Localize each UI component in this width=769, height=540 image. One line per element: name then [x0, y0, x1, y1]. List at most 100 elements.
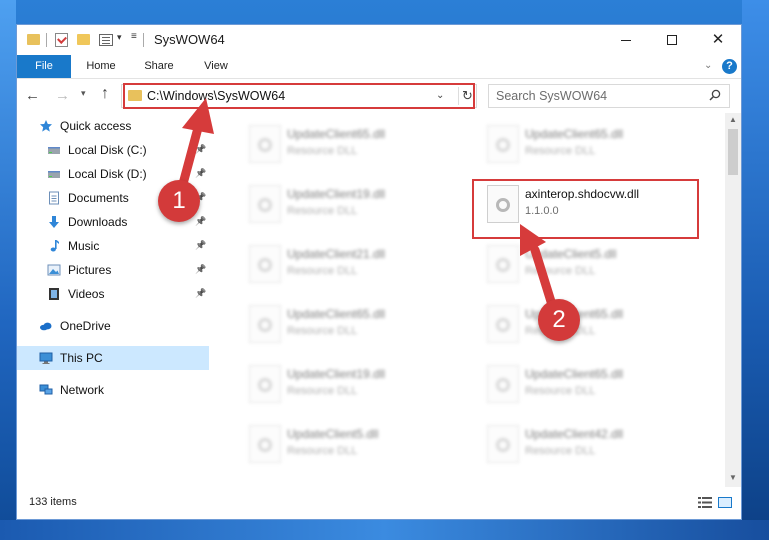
forward-arrow-icon[interactable]: →	[55, 87, 70, 104]
file-name: UpdateClient5.dll	[525, 247, 617, 261]
dll-file-icon	[249, 185, 281, 223]
properties-icon[interactable]	[55, 33, 68, 47]
file-name: UpdateClient19.dll	[287, 187, 386, 201]
desktop-right-edge	[742, 0, 769, 540]
file-item[interactable]: UpdateClient21.dll Resource DLL	[237, 239, 457, 291]
customize-toolbar-icon[interactable]: ≡	[131, 31, 137, 42]
file-name: UpdateClient5.dll	[287, 427, 379, 441]
address-path[interactable]: C:\Windows\SysWOW64	[147, 89, 285, 103]
pin-icon[interactable]: 📌	[195, 216, 206, 227]
computer-icon	[39, 351, 53, 365]
recent-locations-icon[interactable]: ▾	[81, 88, 86, 99]
picture-icon	[47, 263, 61, 277]
details-view-icon[interactable]	[698, 497, 712, 508]
sidebar-item[interactable]: Quick access	[17, 114, 211, 138]
sidebar-item-label: Documents	[68, 191, 129, 205]
search-box[interactable]	[488, 84, 730, 108]
file-name: UpdateClient42.dll	[525, 427, 624, 441]
file-description: Resource DLL	[287, 265, 358, 277]
music-note-icon	[47, 239, 61, 253]
maximize-icon	[667, 35, 677, 46]
download-arrow-icon	[47, 215, 61, 229]
search-icon[interactable]	[709, 89, 721, 101]
back-arrow-icon[interactable]: ←	[25, 87, 40, 104]
file-description: Resource DLL	[525, 145, 596, 157]
navigation-pane: Quick access Local Disk (C:) 📌 Local Disk (…	[17, 113, 211, 487]
quick-access-divider	[46, 33, 47, 47]
pin-icon[interactable]: 📌	[195, 144, 206, 155]
pin-icon[interactable]: 📌	[195, 264, 206, 275]
file-item[interactable]: UpdateClient19.dll Resource DLL	[237, 179, 457, 231]
file-item[interactable]: UpdateClient65.dllResource DLL	[475, 359, 695, 411]
tab-view[interactable]: View	[199, 55, 233, 78]
address-dropdown-icon[interactable]: ⌄	[436, 90, 444, 101]
sidebar-item[interactable]: OneDrive	[17, 314, 211, 338]
sidebar-item[interactable]: Videos 📌	[17, 282, 211, 306]
refresh-icon[interactable]: ↻	[458, 87, 476, 105]
cloud-icon	[39, 319, 53, 333]
item-count: 133 items	[29, 496, 77, 508]
gear-icon	[496, 438, 510, 452]
tab-file[interactable]: File	[17, 55, 71, 78]
file-name: UpdateClient65.dll	[287, 127, 386, 141]
pin-icon[interactable]: 📌	[195, 240, 206, 251]
tab-home[interactable]: Home	[83, 55, 119, 78]
file-item[interactable]: UpdateClient65.dllResource DLL	[475, 299, 695, 351]
pin-icon[interactable]: 📌	[195, 288, 206, 299]
file-item[interactable]: UpdateClient19.dll Resource DLL	[237, 359, 457, 411]
toolbar-menu-icon[interactable]	[99, 34, 113, 46]
sidebar-item-label: Local Disk (C:)	[68, 143, 147, 157]
network-icon	[39, 383, 53, 397]
sidebar-item[interactable]: Music 📌	[17, 234, 211, 258]
dll-file-icon	[249, 125, 281, 163]
file-description: 1.1.0.0	[525, 205, 559, 217]
up-arrow-icon[interactable]: ↑	[101, 85, 109, 103]
pin-icon[interactable]: 📌	[195, 168, 206, 179]
tab-share[interactable]: Share	[141, 55, 177, 78]
gear-icon	[258, 138, 272, 152]
minimize-button[interactable]	[603, 25, 649, 55]
scroll-down-icon[interactable]: ▼	[729, 473, 737, 482]
navigation-bar: ← → ▾ ↑ C:\Windows\SysWOW64 ⌄ ↻	[17, 80, 741, 112]
dll-file-icon	[487, 125, 519, 163]
close-button[interactable]: ✕	[695, 25, 741, 55]
chevron-down-icon[interactable]: ▾	[117, 32, 122, 43]
window-title: SysWOW64	[154, 32, 225, 47]
scroll-up-icon[interactable]: ▲	[729, 115, 737, 124]
dll-file-icon	[487, 185, 519, 223]
maximize-button[interactable]	[649, 25, 695, 55]
gear-icon	[258, 198, 272, 212]
sidebar-item[interactable]: This PC	[17, 346, 209, 370]
expand-ribbon-icon[interactable]: ⌄	[704, 60, 712, 71]
file-item[interactable]: UpdateClient65.dllResource DLL	[475, 119, 695, 171]
file-item[interactable]: UpdateClient42.dll Resource DLL	[475, 419, 695, 471]
file-description: Resource DLL	[287, 145, 358, 157]
file-name: UpdateClient65.dll	[287, 307, 386, 321]
file-item[interactable]: UpdateClient65.dllResource DLL	[237, 299, 457, 351]
status-bar: 133 items	[17, 487, 741, 519]
vertical-scrollbar[interactable]: ▲ ▼	[725, 113, 741, 487]
dll-file-icon	[487, 365, 519, 403]
sidebar-item[interactable]: Pictures 📌	[17, 258, 211, 282]
file-name: UpdateClient19.dll	[287, 367, 386, 381]
ribbon: File Home Share View ⌄ ?	[17, 55, 741, 79]
dll-file-icon	[487, 425, 519, 463]
file-item[interactable]: UpdateClient5.dll Resource DLL	[475, 239, 695, 291]
search-input[interactable]	[496, 88, 696, 104]
file-description: Resource DLL	[525, 385, 596, 397]
sidebar-item-label: Local Disk (D:)	[68, 167, 147, 181]
address-bar[interactable]: C:\Windows\SysWOW64 ⌄ ↻	[121, 84, 477, 108]
gear-icon	[496, 378, 510, 392]
help-icon[interactable]: ?	[722, 59, 737, 74]
file-item[interactable]: UpdateClient5.dll Resource DLL	[237, 419, 457, 471]
folder-icon	[27, 34, 40, 45]
large-icons-view-icon[interactable]	[718, 497, 732, 508]
scroll-thumb[interactable]	[728, 129, 738, 175]
file-item[interactable]: UpdateClient65.dll Resource DLL	[237, 119, 457, 171]
new-folder-icon[interactable]	[77, 34, 90, 45]
dll-file-icon	[249, 425, 281, 463]
sidebar-item[interactable]: Local Disk (C:) 📌	[17, 138, 211, 162]
file-item-highlighted[interactable]: axinterop.shdocvw.dll 1.1.0.0	[475, 179, 695, 231]
sidebar-item[interactable]: Network	[17, 378, 211, 402]
dll-file-icon	[487, 305, 519, 343]
